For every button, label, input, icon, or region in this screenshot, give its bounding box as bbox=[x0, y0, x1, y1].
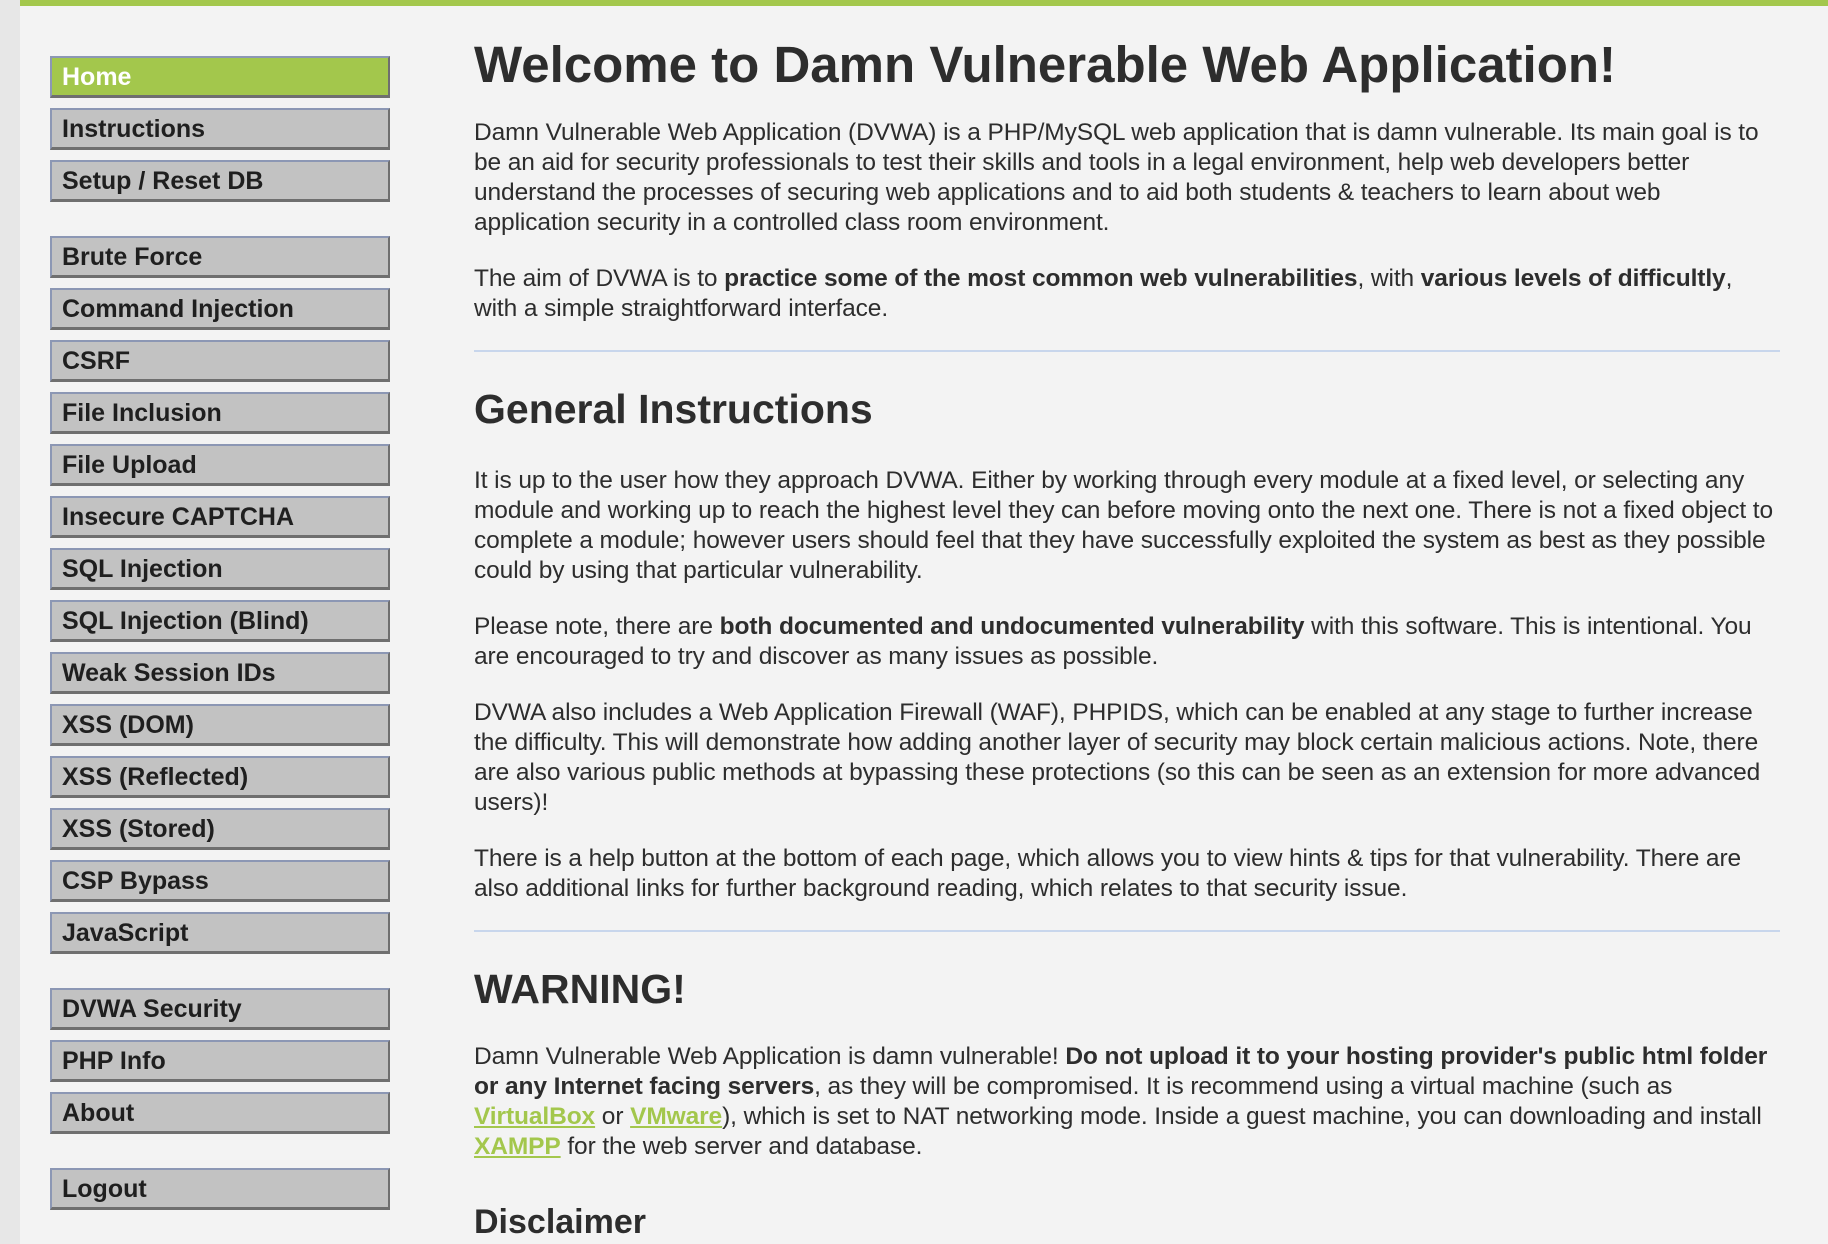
aim-paragraph: The aim of DVWA is to practice some of t… bbox=[474, 265, 1733, 322]
disclaimer-heading: Disclaimer bbox=[474, 1203, 646, 1241]
warning-paragraph: Damn Vulnerable Web Application is damn … bbox=[474, 1043, 1768, 1160]
menu-item-csrf[interactable]: CSRF bbox=[50, 340, 390, 382]
general-paragraph-1: It is up to the user how they approach D… bbox=[474, 467, 1774, 584]
menu-item-command-injection[interactable]: Command Injection bbox=[50, 288, 390, 330]
menu-item-setup-reset-db[interactable]: Setup / Reset DB bbox=[50, 160, 390, 202]
menu-item-xss-reflected[interactable]: XSS (Reflected) bbox=[50, 756, 390, 798]
menu-item-file-upload[interactable]: File Upload bbox=[50, 444, 390, 486]
general-paragraph-4: There is a help button at the bottom of … bbox=[474, 845, 1742, 902]
menu-item-brute-force[interactable]: Brute Force bbox=[50, 236, 390, 278]
menu-item-csp-bypass[interactable]: CSP Bypass bbox=[50, 860, 390, 902]
menu-item-sql-injection[interactable]: SQL Injection bbox=[50, 548, 390, 590]
menu-item-insecure-captcha[interactable]: Insecure CAPTCHA bbox=[50, 496, 390, 538]
general-instructions-heading: General Instructions bbox=[474, 386, 873, 432]
vmware-link[interactable]: VMware bbox=[630, 1103, 722, 1130]
menu-group: Logout bbox=[50, 1168, 390, 1210]
menu-item-instructions[interactable]: Instructions bbox=[50, 108, 390, 150]
menu-item-logout[interactable]: Logout bbox=[50, 1168, 390, 1210]
menu-group: Brute Force Command Injection CSRF File Inc… bbox=[50, 236, 390, 954]
menu-item-xss-dom[interactable]: XSS (DOM) bbox=[50, 704, 390, 746]
general-paragraph-3: DVWA also includes a Web Application Fir… bbox=[474, 699, 1761, 816]
menu-item-xss-stored[interactable]: XSS (Stored) bbox=[50, 808, 390, 850]
menu-item-file-inclusion[interactable]: File Inclusion bbox=[50, 392, 390, 434]
menu-item-dvwa-security[interactable]: DVWA Security bbox=[50, 988, 390, 1030]
menu-item-home[interactable]: Home bbox=[50, 56, 390, 98]
section-divider bbox=[474, 930, 1780, 932]
menu-item-sql-injection-blind[interactable]: SQL Injection (Blind) bbox=[50, 600, 390, 642]
virtualbox-link[interactable]: VirtualBox bbox=[474, 1103, 595, 1130]
menu-group: DVWA Security PHP Info About bbox=[50, 988, 390, 1134]
sidebar-menu: Home Instructions Setup / Reset DB Brute Fo… bbox=[50, 56, 390, 1220]
intro-paragraph: Damn Vulnerable Web Application (DVWA) i… bbox=[474, 119, 1759, 236]
xampp-link[interactable]: XAMPP bbox=[474, 1133, 561, 1160]
menu-item-about[interactable]: About bbox=[50, 1092, 390, 1134]
general-paragraph-2: Please note, there are both documented a… bbox=[474, 613, 1752, 670]
section-divider bbox=[474, 350, 1780, 352]
page-frame: Home Instructions Setup / Reset DB Brute Fo… bbox=[20, 0, 1828, 1244]
main-content: Welcome to Damn Vulnerable Web Applicati… bbox=[474, 32, 1780, 1242]
menu-item-javascript[interactable]: JavaScript bbox=[50, 912, 390, 954]
warning-heading: WARNING! bbox=[474, 966, 686, 1012]
page-title: Welcome to Damn Vulnerable Web Applicati… bbox=[474, 36, 1616, 93]
menu-item-php-info[interactable]: PHP Info bbox=[50, 1040, 390, 1082]
menu-item-weak-session-ids[interactable]: Weak Session IDs bbox=[50, 652, 390, 694]
menu-group: Home Instructions Setup / Reset DB bbox=[50, 56, 390, 202]
